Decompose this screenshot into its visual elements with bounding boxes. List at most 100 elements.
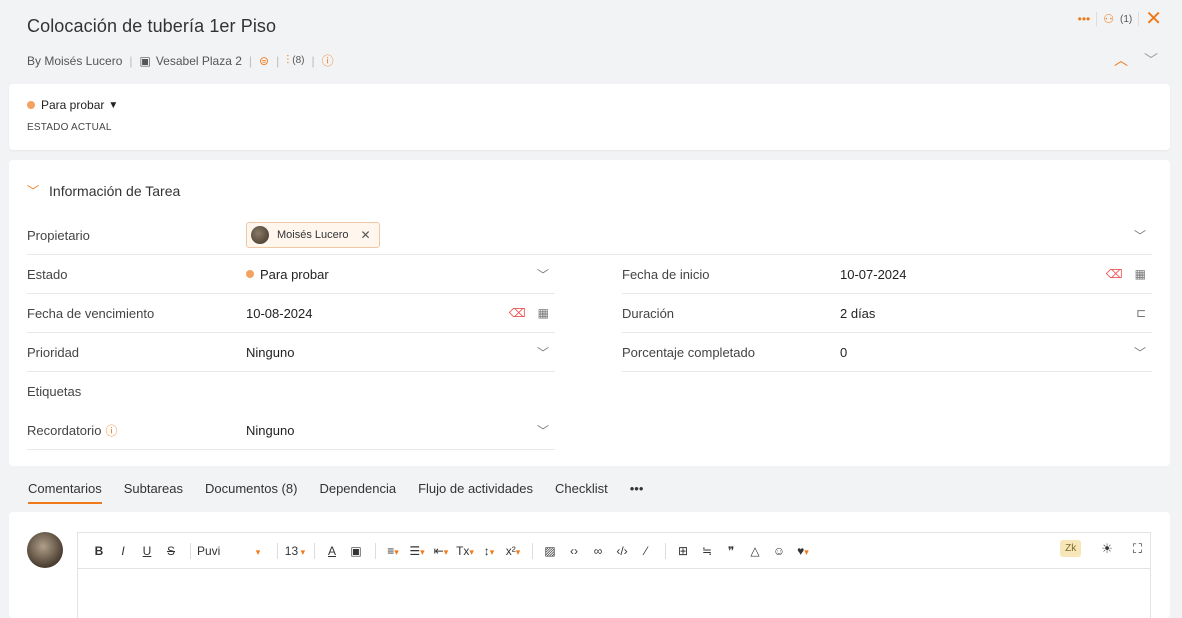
top-actions: ••• ⚇ (1) ✕ <box>1078 9 1162 29</box>
field-estado[interactable]: Estado Para probar ﹀ <box>27 255 555 294</box>
fullscreen-icon[interactable]: ⛶ <box>1133 541 1142 557</box>
duration-label: Duración <box>622 305 675 321</box>
chevron-down-icon: ﹀ <box>536 423 549 438</box>
tags-label: Etiquetas <box>27 384 82 399</box>
priority-label: Prioridad <box>27 344 80 360</box>
strikethrough-button[interactable]: S <box>160 544 182 558</box>
html-icon[interactable]: ⁄ <box>635 544 657 558</box>
attachment-icon[interactable]: ⫶ <box>286 53 289 68</box>
field-duration[interactable]: Duración 2 días ⊏ <box>622 294 1152 333</box>
section-toggle[interactable]: ﹀ Información de Tarea <box>27 182 180 199</box>
underline-button[interactable]: U <box>136 544 158 558</box>
tab-more[interactable]: ••• <box>630 481 644 504</box>
table-icon[interactable]: ⊞ <box>672 544 694 558</box>
attachment-count: (8) <box>292 55 305 66</box>
emoji-icon[interactable]: ☺ <box>768 544 790 558</box>
alert-icon[interactable]: ⓘ <box>322 52 334 69</box>
percent-value: 0 <box>840 344 848 360</box>
calendar-icon[interactable]: ▦ <box>538 306 549 320</box>
task-project[interactable]: Vesabel Plaza 2 <box>156 54 242 68</box>
chevron-up-icon[interactable]: ︿ <box>1114 50 1128 70</box>
owner-value: Moisés Lucero ✕ <box>246 222 380 248</box>
italic-button[interactable]: I <box>112 544 134 558</box>
task-author: By Moisés Lucero <box>27 53 123 68</box>
status-value: Para probar <box>41 98 105 112</box>
font-select[interactable]: Puvi ▾ <box>197 544 269 558</box>
more-options-icon[interactable]: ••• <box>1078 12 1091 26</box>
start-value[interactable]: 10-07-2024 <box>840 267 907 282</box>
field-tags[interactable]: Etiquetas <box>27 372 555 411</box>
size-select[interactable]: 13 ▾ <box>284 544 306 558</box>
owner-chip[interactable]: Moisés Lucero ✕ <box>246 222 380 248</box>
clear-format-icon[interactable]: Tx▾ <box>454 544 476 558</box>
status-dot <box>246 270 254 278</box>
task-info-card: ﹀ Información de Tarea Propietario Moisé… <box>9 160 1170 466</box>
close-icon[interactable]: ✕ <box>1145 9 1162 29</box>
reminder-value: Ninguno <box>246 422 295 438</box>
tab-documentos[interactable]: Documentos (8) <box>205 481 297 504</box>
tab-subtareas[interactable]: Subtareas <box>124 481 183 504</box>
duration-value[interactable]: 2 días <box>840 306 875 321</box>
percent-dropdown[interactable]: ﹀ <box>1134 344 1146 361</box>
due-value[interactable]: 10-08-2024 <box>246 306 313 321</box>
estado-dropdown[interactable]: ﹀ <box>537 266 549 283</box>
image-icon[interactable]: ▨ <box>539 544 561 558</box>
due-controls: ⌫ ▦ <box>509 306 549 320</box>
signature-icon[interactable]: ♥▾ <box>792 544 814 558</box>
language-badge[interactable]: Zk <box>1060 540 1082 557</box>
remove-icon[interactable]: ✕ <box>361 228 371 242</box>
indent-icon[interactable]: ⇤▾ <box>430 544 452 558</box>
superscript-icon[interactable]: x²▾ <box>502 544 524 558</box>
reminder-label: Recordatorio <box>27 422 102 438</box>
owner-dropdown[interactable]: ﹀ <box>1134 227 1146 244</box>
field-owner: Propietario Moisés Lucero ✕ ﹀ <box>27 216 1152 255</box>
chevron-down-icon: ﹀ <box>1133 345 1146 360</box>
clear-icon[interactable]: ⌫ <box>509 306 526 320</box>
subtask-icon[interactable]: ⚇ <box>1103 12 1114 26</box>
draw-icon[interactable]: △ <box>744 544 766 558</box>
reminder-dropdown[interactable]: ﹀ <box>537 422 549 439</box>
font-value: Puvi <box>197 543 221 558</box>
field-due-date[interactable]: Fecha de vencimiento 10-08-2024 ⌫ ▦ <box>27 294 555 333</box>
task-tabs: Comentarios Subtareas Documentos (8) Dep… <box>28 481 643 504</box>
status-dropdown[interactable]: Para probar ▼ <box>27 98 118 112</box>
info-icon: ⓘ <box>105 423 118 438</box>
comment-editor[interactable]: B I U S Puvi ▾ 13 ▾ A ▣ ≡▾ ☰▾ ⇤▾ Tx▾ ↕▾ … <box>77 532 1151 618</box>
calendar-icon[interactable]: ▦ <box>1135 267 1146 281</box>
theme-icon[interactable]: ☀ <box>1101 541 1113 557</box>
embed-icon[interactable]: ‹/› <box>611 544 633 558</box>
status-label: ESTADO ACTUAL <box>27 122 112 133</box>
task-title[interactable]: Colocación de tubería 1er Piso <box>27 16 276 37</box>
owner-name: Moisés Lucero <box>277 229 349 241</box>
toggle-icon[interactable]: ⊏ <box>1136 306 1146 320</box>
tab-comentarios[interactable]: Comentarios <box>28 481 102 504</box>
owner-label: Propietario <box>27 227 90 243</box>
bold-button[interactable]: B <box>88 544 110 558</box>
code-icon[interactable]: ‹› <box>563 544 585 558</box>
tab-flujo[interactable]: Flujo de actividades <box>418 481 533 504</box>
size-value: 13 <box>284 543 299 558</box>
tab-checklist[interactable]: Checklist <box>555 481 608 504</box>
percent-label: Porcentaje completado <box>622 344 755 360</box>
chevron-down-icon[interactable]: ﹀ <box>1144 50 1158 70</box>
field-percent[interactable]: Porcentaje completado 0 ﹀ <box>622 333 1152 372</box>
field-priority[interactable]: Prioridad Ninguno ﹀ <box>27 333 555 372</box>
start-label: Fecha de inicio <box>622 266 710 282</box>
hr-icon[interactable]: ≒ <box>696 544 718 558</box>
text-color-button[interactable]: A <box>321 544 343 558</box>
link-icon[interactable]: ∞ <box>587 544 609 558</box>
quote-icon[interactable]: ❞ <box>720 544 742 558</box>
chevron-down-icon: ﹀ <box>536 267 549 282</box>
tab-dependencia[interactable]: Dependencia <box>319 481 396 504</box>
priority-dropdown[interactable]: ﹀ <box>537 344 549 361</box>
clear-icon[interactable]: ⌫ <box>1106 267 1123 281</box>
align-icon[interactable]: ≡▾ <box>382 544 404 558</box>
due-label: Fecha de vencimiento <box>27 305 155 321</box>
list-icon[interactable]: ☰▾ <box>406 544 428 558</box>
field-reminder[interactable]: Recordatorio ⓘ Ninguno ﹀ <box>27 411 555 450</box>
comment-icon[interactable]: ⊜ <box>259 54 269 68</box>
line-height-icon[interactable]: ↕▾ <box>478 544 500 558</box>
highlight-button[interactable]: ▣ <box>345 544 367 558</box>
estado-label: Estado <box>27 266 68 282</box>
field-start-date[interactable]: Fecha de inicio 10-07-2024 ⌫ ▦ <box>622 255 1152 294</box>
